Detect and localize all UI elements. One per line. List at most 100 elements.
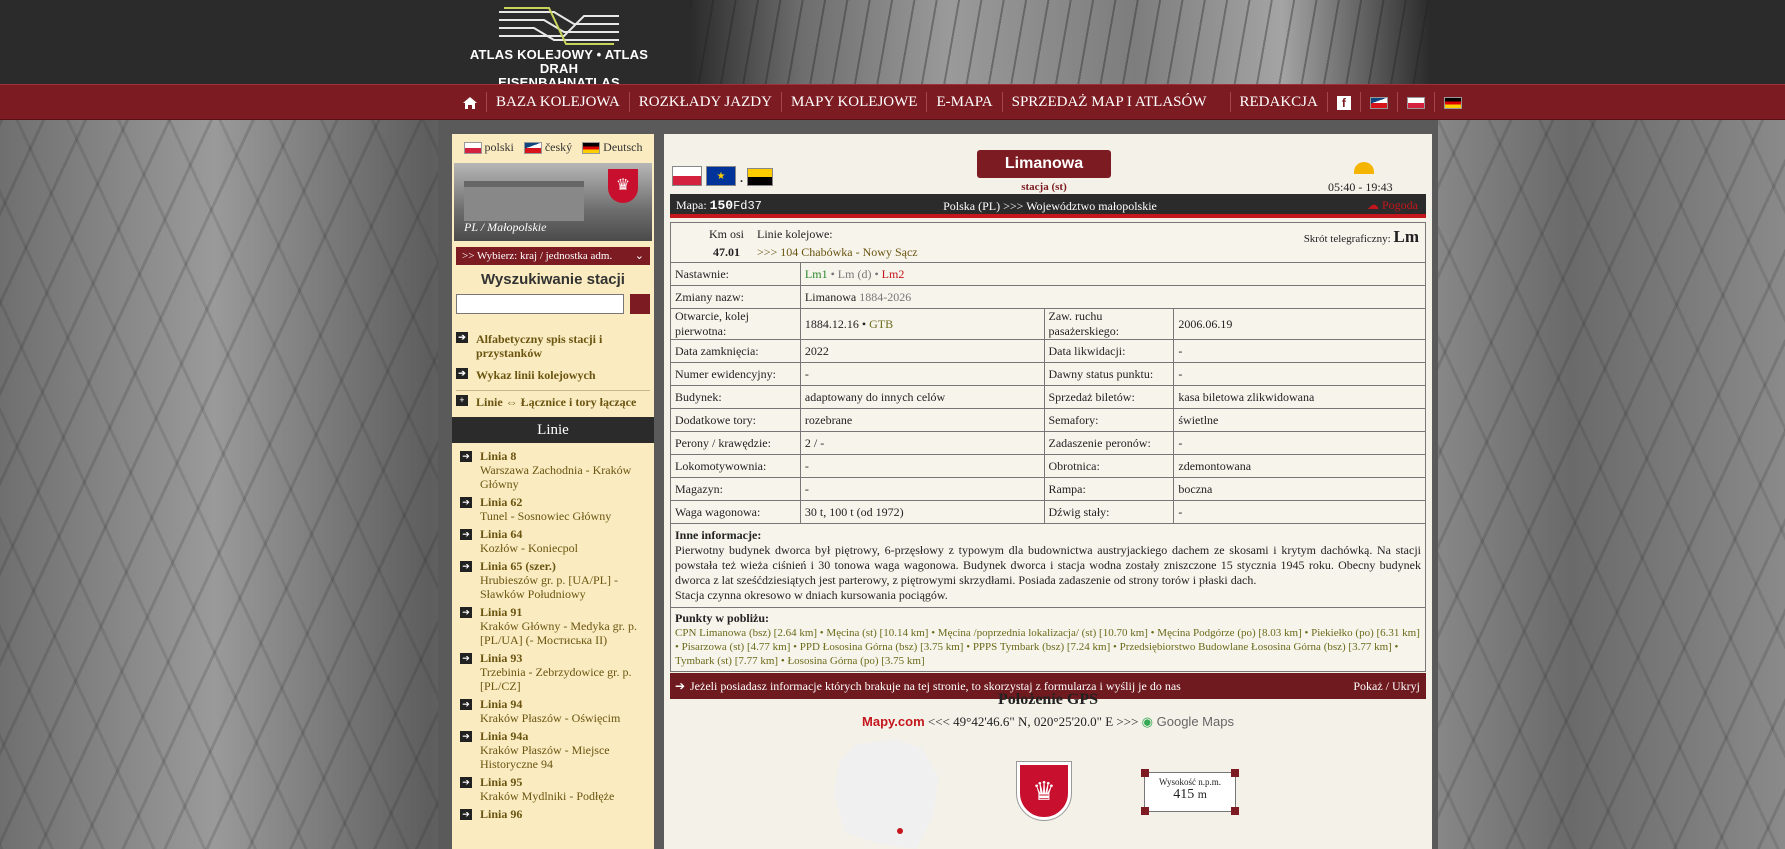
nav-redakcja[interactable]: REDAKCJA bbox=[1229, 92, 1327, 112]
details-table: Nastawnie: Lm1 • Lm (d) • Lm2 Zmiany naz… bbox=[670, 262, 1427, 524]
lang-polski[interactable]: polski bbox=[463, 140, 514, 155]
station-flags: ★ . bbox=[672, 166, 773, 186]
nav-lang-cz[interactable] bbox=[1359, 92, 1397, 112]
arrow-right-icon: ➔ bbox=[460, 607, 472, 618]
link-linie-lacznice[interactable]: + Linie ⇔ Łącznice i tory łączące bbox=[456, 390, 650, 413]
polish-flag-icon bbox=[1406, 96, 1425, 109]
link-wykaz-linii[interactable]: ➔ Wykaz linii kolejowych bbox=[456, 364, 650, 386]
logo-line-1: ATLAS KOLEJOWY • ATLAS DRAH bbox=[469, 47, 649, 76]
line-item[interactable]: ➔ Linia 62 Tunel - Sosnowiec Główny bbox=[456, 493, 650, 525]
station-type: stacja (st) bbox=[1021, 181, 1067, 193]
nav-lang-de[interactable] bbox=[1433, 92, 1471, 112]
language-switcher: polski český Deutsch bbox=[452, 134, 654, 159]
search-row bbox=[452, 294, 654, 314]
railway-line-link[interactable]: >>> 104 Chabówka - Nowy Sącz bbox=[757, 245, 918, 260]
nearby-points: Punkty w pobliżu: CPN Limanowa (bsz) [2.… bbox=[670, 608, 1426, 672]
arrow-right-icon: ➔ bbox=[456, 332, 468, 343]
km-value: 47.01 bbox=[713, 245, 740, 259]
table-row: Budynek: adaptowany do innych celów Sprzed… bbox=[670, 385, 1426, 409]
gps-coordinates: <<< 49°42'46.6" N, 020°25'20.0" E >>> bbox=[927, 714, 1139, 729]
mapy-link[interactable]: Mapy.com bbox=[862, 714, 925, 729]
table-row: Lokomotywownia: - Obrotnica: zdemontowana bbox=[670, 454, 1426, 478]
station-header: ★ . Limanowa stacja (st) 05:40 - 19:43 bbox=[664, 134, 1432, 194]
table-row: Otwarcie, kolej pierwotna: 1884.12.16 • … bbox=[670, 308, 1426, 340]
table-row: Magazyn: - Rampa: boczna bbox=[670, 477, 1426, 501]
nav-lang-pl[interactable] bbox=[1396, 92, 1434, 112]
line-item[interactable]: ➔ Linia 93 Trzebinia - Zebrzydowice gr. p.… bbox=[456, 649, 650, 695]
sun-time: 05:40 - 19:43 bbox=[1328, 180, 1393, 194]
station-panel: ★ . Limanowa stacja (st) 05:40 - 19:43 M… bbox=[664, 134, 1432, 849]
german-flag-icon bbox=[582, 141, 601, 154]
nastawnia-lm2-link[interactable]: Lm2 bbox=[882, 267, 905, 281]
table-row: Waga wagonowa: 30 t, 100 t (od 1972) Dźwig… bbox=[670, 500, 1426, 524]
lang-cesky[interactable]: český bbox=[523, 140, 572, 155]
sidebar: polski český Deutsch ♛ PL / Małopolskie … bbox=[452, 134, 654, 849]
line-item[interactable]: ➔ Linia 96 bbox=[456, 805, 650, 823]
home-icon bbox=[463, 96, 477, 109]
line-item[interactable]: ➔ Linia 65 (szer.) Hrubieszów gr. p. [UA/P… bbox=[456, 557, 650, 603]
nav-home[interactable] bbox=[454, 92, 486, 112]
nav-facebook[interactable]: f bbox=[1326, 92, 1360, 112]
eagle-crest-icon: ♛ bbox=[1016, 761, 1072, 821]
search-button[interactable] bbox=[630, 294, 650, 314]
polish-flag-icon bbox=[672, 166, 702, 186]
google-maps-link[interactable]: ◉ Google Maps bbox=[1142, 714, 1234, 729]
km-block: Km osi 47.01 Linie kolejowe: >>> 104 Cha… bbox=[670, 222, 1426, 262]
header-banner bbox=[690, 0, 1430, 84]
arrow-right-icon: ➔ bbox=[460, 529, 472, 540]
nav-mapy-kolejowe[interactable]: MAPY KOLEJOWE bbox=[780, 92, 927, 112]
line-item[interactable]: ➔ Linia 8 Warszawa Zachodnia - Kraków Głów… bbox=[456, 447, 650, 493]
arrow-right-icon: ➔ bbox=[460, 731, 472, 742]
table-row: Zmiany nazw: Limanowa 1884-2026 bbox=[670, 285, 1427, 309]
content-frame: polski český Deutsch ♛ PL / Małopolskie … bbox=[438, 120, 1438, 849]
nav-baza-kolejowa[interactable]: BAZA KOLEJOWA bbox=[486, 92, 629, 112]
table-row: Perony / krawędzie: 2 / - Zadaszenie peron… bbox=[670, 431, 1426, 455]
sidebar-links: ➔ Alfabetyczny spis stacji i przystanków … bbox=[452, 328, 654, 823]
map-ref[interactable]: Mapa: 150Fd37 bbox=[676, 198, 762, 213]
table-row: Dodatkowe tory: rozebrane Semafory: świetln… bbox=[670, 408, 1426, 432]
expand-icon: + bbox=[456, 395, 468, 406]
line-item[interactable]: ➔ Linia 94 Kraków Płaszów - Oświęcim bbox=[456, 695, 650, 727]
location-breadcrumb[interactable]: Polska (PL) >>> Województwo małopolskie bbox=[940, 199, 1160, 214]
table-row: Numer ewidencyjny: - Dawny status punktu: - bbox=[670, 362, 1426, 386]
line-item[interactable]: ➔ Linia 91 Kraków Główny - Medyka gr. p. [… bbox=[456, 603, 650, 649]
station-search-input[interactable] bbox=[456, 294, 625, 314]
region-select[interactable]: >> Wybierz: kraj / jednostka adm. ⌄ bbox=[456, 247, 650, 265]
eagle-crest-icon: ♛ bbox=[608, 169, 638, 203]
line-item[interactable]: ➔ Linia 95 Kraków Mydlniki - Podłęże bbox=[456, 773, 650, 805]
poland-map[interactable] bbox=[834, 739, 939, 849]
arrow-right-icon: ➔ bbox=[460, 699, 472, 710]
region-caption: PL / Małopolskie bbox=[464, 220, 547, 234]
link-alfabetyczny-spis[interactable]: ➔ Alfabetyczny spis stacji i przystanków bbox=[456, 328, 650, 364]
map-bar: Mapa: 150Fd37 Polska (PL) >>> Województw… bbox=[670, 194, 1426, 218]
czech-flag-icon bbox=[523, 141, 542, 154]
polish-flag-icon bbox=[463, 141, 482, 154]
sunrise-icon bbox=[1354, 162, 1374, 174]
arrow-right-icon: ➔ bbox=[460, 561, 472, 572]
line-item[interactable]: ➔ Linia 94a Kraków Płaszów - Miejsce Histo… bbox=[456, 727, 650, 773]
lang-deutsch[interactable]: Deutsch bbox=[582, 140, 643, 155]
station-name: Limanowa bbox=[977, 150, 1111, 178]
region-image[interactable]: ♛ PL / Małopolskie bbox=[454, 163, 652, 241]
line-item[interactable]: ➔ Linia 64 Kozłów - Koniecpol bbox=[456, 525, 650, 557]
site-logo[interactable]: ATLAS KOLEJOWY • ATLAS DRAH EISENBAHNATL… bbox=[454, 4, 664, 90]
nav-rozklady-jazdy[interactable]: ROZKŁADY JAZDY bbox=[628, 92, 781, 112]
gps-row: Mapy.com <<< 49°42'46.6" N, 020°25'20.0"… bbox=[664, 714, 1432, 730]
nastawnia-lm-d-link[interactable]: Lm (d) bbox=[838, 267, 872, 281]
gtb-link[interactable]: GTB bbox=[869, 317, 893, 331]
weather-link[interactable]: ☁ Pogoda bbox=[1367, 198, 1418, 213]
arrow-right-icon: ➔ bbox=[456, 368, 468, 379]
arrow-right-icon: ➔ bbox=[460, 497, 472, 508]
top-bar: ATLAS KOLEJOWY • ATLAS DRAH EISENBAHNATL… bbox=[0, 0, 1785, 90]
table-row: Nastawnie: Lm1 • Lm (d) • Lm2 bbox=[670, 262, 1427, 286]
nav-e-mapa[interactable]: E-MAPA bbox=[926, 92, 1001, 112]
nav-sprzedaz-map[interactable]: SPRZEDAŻ MAP I ATLASÓW bbox=[1001, 92, 1216, 112]
arrow-right-icon: ➔ bbox=[460, 809, 472, 820]
arrow-right-icon: ➔ bbox=[460, 451, 472, 462]
map-pin-icon: ◉ bbox=[1141, 714, 1153, 729]
czech-flag-icon bbox=[1369, 96, 1388, 109]
nastawnia-lm1-link[interactable]: Lm1 bbox=[805, 267, 828, 281]
logo-tracks-icon bbox=[499, 7, 619, 45]
nearby-list[interactable]: CPN Limanowa (bsz) [2.64 km] • Męcina (s… bbox=[675, 627, 1420, 667]
chevron-down-icon: ⌄ bbox=[634, 250, 644, 262]
